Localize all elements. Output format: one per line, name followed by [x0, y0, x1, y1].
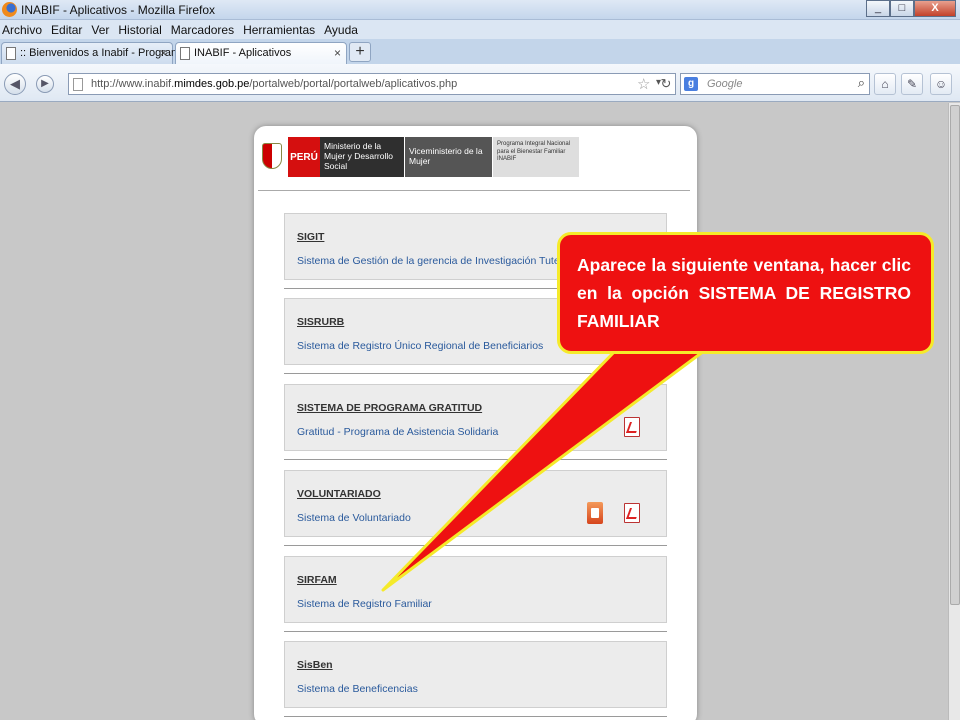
callout-pointer: [381, 346, 710, 592]
callout-text: Aparece la siguiente ventana, hacer clic…: [577, 255, 911, 331]
instruction-callout: Aparece la siguiente ventana, hacer clic…: [557, 232, 934, 354]
